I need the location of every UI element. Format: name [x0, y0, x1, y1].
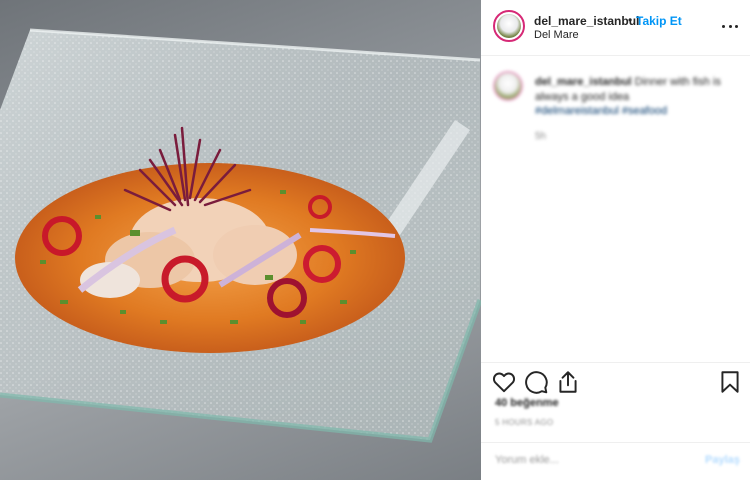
caption-hashtags[interactable]: #delmareistanbul #seafood — [535, 105, 667, 117]
post-date[interactable]: 5 hours ago — [495, 418, 553, 427]
post-header: del_mare_istanbul • Takip Et Del Mare — [481, 0, 750, 56]
post-comment-button[interactable]: Paylaş — [705, 454, 740, 466]
follow-button[interactable]: Takip Et — [636, 14, 682, 28]
heart-icon[interactable] — [491, 369, 517, 395]
comments-area: del_mare_istanbul Dinner with fish is al… — [481, 57, 750, 357]
bookmark-icon[interactable] — [717, 369, 743, 395]
post-image[interactable] — [0, 0, 481, 480]
comment-bar: Paylaş — [481, 442, 750, 480]
caption-text: del_mare_istanbul Dinner with fish is al… — [535, 75, 735, 105]
post-side-panel: del_mare_istanbul • Takip Et Del Mare de… — [481, 0, 750, 480]
location-link[interactable]: Del Mare — [534, 29, 579, 41]
comment-icon[interactable] — [523, 369, 549, 395]
more-horizontal-icon[interactable] — [721, 16, 739, 36]
avatar[interactable] — [493, 10, 525, 42]
dish-illustration — [0, 28, 481, 443]
comment-input[interactable] — [495, 454, 695, 466]
likes-count[interactable]: 40 beğenme — [495, 397, 559, 409]
share-icon[interactable] — [555, 369, 581, 395]
caption-time: 5h — [535, 131, 547, 142]
username-link[interactable]: del_mare_istanbul — [534, 14, 639, 28]
caption-username[interactable]: del_mare_istanbul — [535, 76, 632, 88]
action-bar — [481, 362, 750, 402]
caption-avatar[interactable] — [493, 71, 523, 101]
separator-dot: • — [628, 13, 633, 27]
